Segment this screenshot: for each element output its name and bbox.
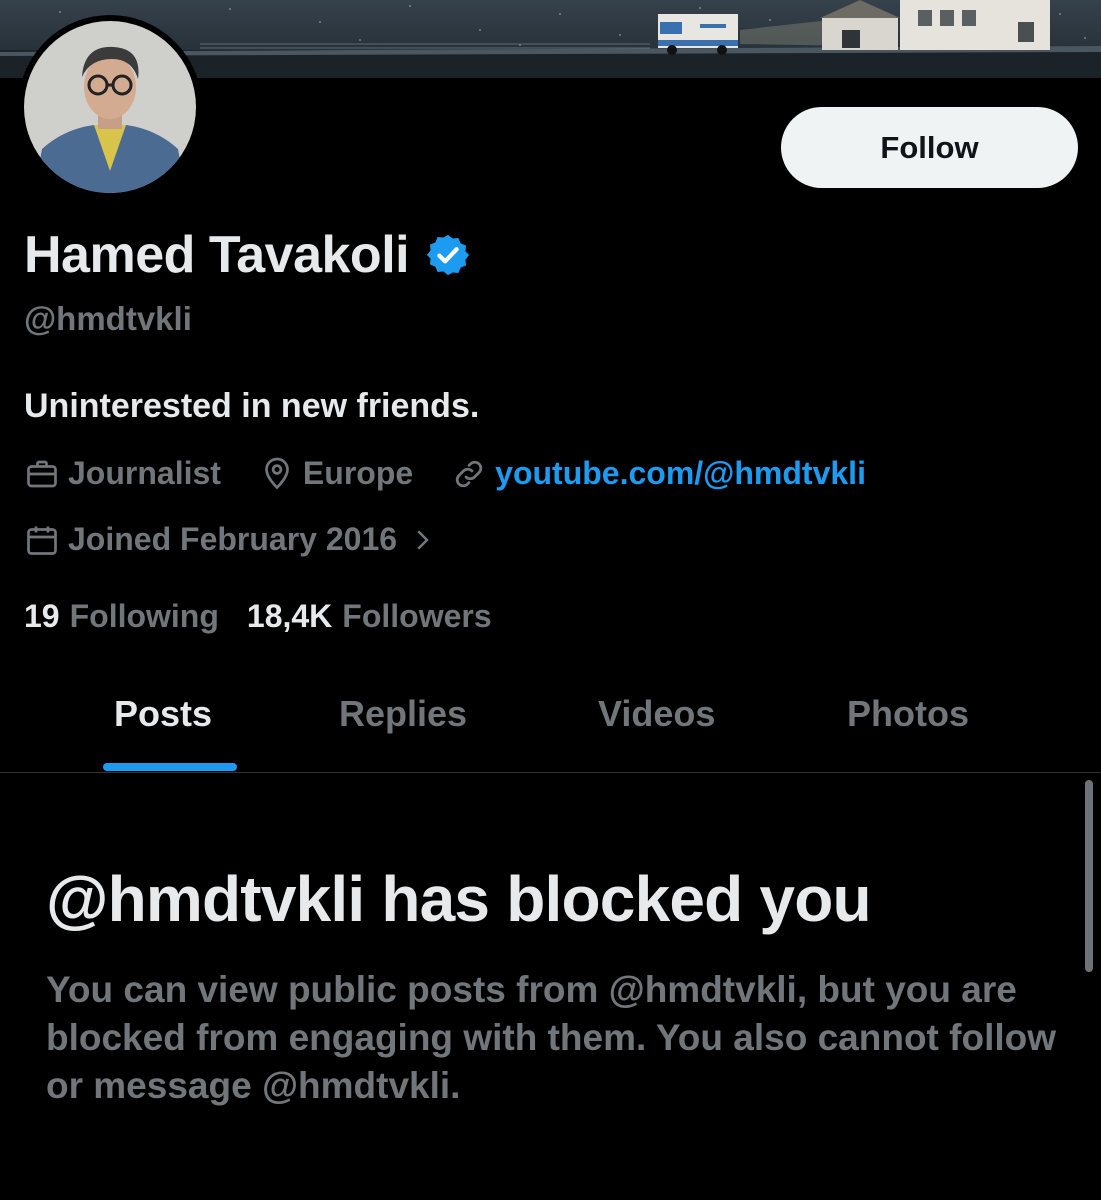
blocked-description: You can view public posts from @hmdtvkli… — [46, 969, 1057, 1106]
joined-item[interactable]: Joined February 2016 — [24, 521, 445, 558]
following-stat[interactable]: 19 Following — [24, 598, 219, 635]
profile-handle: @hmdtvkli — [24, 300, 192, 337]
map-pin-icon — [265, 457, 289, 489]
profile-name-row: Hamed Tavakoli — [24, 225, 471, 285]
website-link[interactable]: youtube.com/@hmdtvkli — [495, 455, 866, 492]
briefcase-icon — [27, 460, 57, 487]
profession-item: Journalist — [24, 455, 221, 492]
website-item[interactable]: youtube.com/@hmdtvkli — [451, 455, 866, 492]
follow-button[interactable]: Follow — [781, 107, 1078, 188]
blocked-title: @hmdtvkli has blocked you — [46, 863, 872, 935]
verified-badge-icon[interactable] — [425, 232, 471, 278]
followers-label: Followers — [342, 598, 492, 634]
tab-videos[interactable]: Videos — [598, 693, 715, 735]
link-icon — [456, 460, 483, 487]
follow-stats: 19 Following 18,4K Followers — [24, 598, 520, 635]
location-label: Europe — [302, 455, 414, 491]
profile-tabs: Posts Replies Videos Photos — [0, 666, 1101, 773]
profile-bio: Uninterested in new friends. — [24, 387, 480, 425]
joined-label: Joined February 2016 — [68, 521, 398, 557]
location-item: Europe — [259, 455, 413, 492]
display-name: Hamed Tavakoli — [24, 226, 410, 284]
avatar[interactable] — [18, 15, 202, 199]
followers-count: 18,4K — [246, 598, 333, 634]
calendar-icon — [27, 526, 57, 555]
active-tab-indicator — [103, 763, 237, 771]
tab-replies[interactable]: Replies — [339, 693, 467, 735]
tab-posts[interactable]: Posts — [114, 693, 212, 735]
following-label: Following — [69, 598, 219, 634]
scrollbar[interactable] — [1085, 780, 1093, 972]
profile-meta-row: Journalist Europe youtube.com/@hmdtvkli — [24, 455, 904, 492]
chevron-right-icon[interactable] — [407, 525, 437, 555]
tab-photos[interactable]: Photos — [847, 693, 969, 735]
joined-row[interactable]: Joined February 2016 — [24, 521, 483, 558]
followers-stat[interactable]: 18,4K Followers — [247, 598, 492, 635]
following-count: 19 — [24, 598, 60, 634]
profession-label: Journalist — [68, 455, 221, 491]
